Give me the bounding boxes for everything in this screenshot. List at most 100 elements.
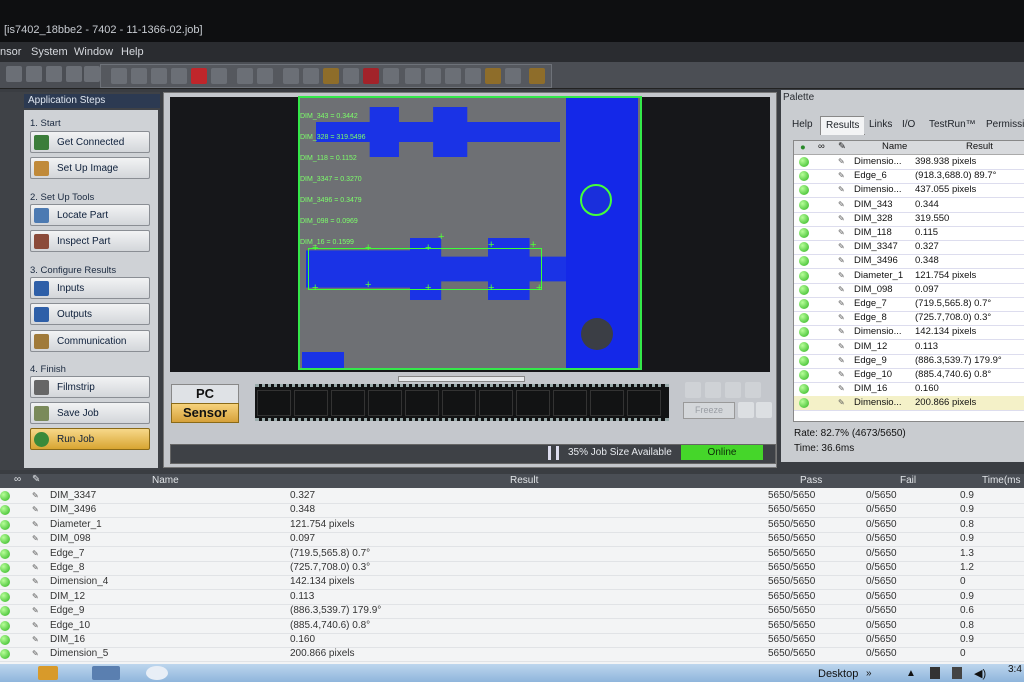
name-column-header[interactable]: Name (152, 475, 179, 486)
results-row[interactable]: ✎ DIM_16 0.160 (794, 382, 1024, 398)
results-row[interactable]: ✎ Edge_6 (918.3,688.0) 89.7° (794, 169, 1024, 185)
results-row[interactable]: ✎ DIM_098 0.097 (794, 283, 1024, 298)
run-job-button[interactable]: Run Job (30, 428, 150, 450)
tray-icon[interactable]: ▲ (906, 668, 916, 679)
tool-icon[interactable] (465, 68, 481, 84)
clock[interactable]: 3:4 (1008, 664, 1022, 675)
tools-icon[interactable] (756, 402, 772, 418)
results-row[interactable]: ✎ DIM_343 0.344 (794, 198, 1024, 213)
undo-icon[interactable] (66, 66, 82, 82)
taskbar-app-icon[interactable] (92, 666, 120, 680)
table-row[interactable]: ✎ Diameter_1 121.754 pixels 5650/5650 0/5650… (0, 518, 1024, 533)
menu-window[interactable]: Window (74, 46, 113, 58)
trigger-icon[interactable] (257, 68, 273, 84)
results-row[interactable]: ✎ Edge_10 (885.4,740.6) 0.8° (794, 368, 1024, 383)
inspect-part-button[interactable]: Inspect Part (30, 230, 150, 252)
overlay-icon[interactable] (363, 68, 379, 84)
filmstrip-frame[interactable] (590, 390, 624, 416)
results-row[interactable]: ✎ DIM_328 319.550 (794, 212, 1024, 227)
prev-icon[interactable] (705, 382, 721, 398)
filmstrip-frame[interactable] (405, 390, 439, 416)
result-column-header[interactable]: Result (966, 141, 993, 152)
record-icon[interactable] (191, 68, 207, 84)
image-scrollbar[interactable] (398, 376, 525, 382)
inputs-button[interactable]: Inputs (30, 277, 150, 299)
file-explorer-icon[interactable] (38, 666, 58, 680)
fail-column-header[interactable]: Fail (900, 475, 916, 486)
locate-part-button[interactable]: Locate Part (30, 204, 150, 226)
tool-icon[interactable] (425, 68, 441, 84)
volume-icon[interactable]: ◀) (974, 667, 986, 680)
results-row[interactable]: ✎ Diameter_1 121.754 pixels (794, 269, 1024, 284)
set-up-image-button[interactable]: Set Up Image (30, 157, 150, 179)
table-row[interactable]: ✎ Edge_9 (886.3,539.7) 179.9° 5650/5650 0/56… (0, 604, 1024, 620)
new-icon[interactable] (6, 66, 22, 82)
desktop-toolbar[interactable]: Desktop (818, 668, 858, 680)
first-frame-icon[interactable] (111, 68, 127, 84)
play-icon[interactable] (151, 68, 167, 84)
menu-sensor[interactable]: nsor (0, 46, 21, 58)
filmstrip-frame[interactable] (294, 390, 328, 416)
menu-system[interactable]: System (31, 46, 68, 58)
pass-column-header[interactable]: Pass (800, 475, 822, 486)
next-icon[interactable] (725, 382, 741, 398)
table-row[interactable]: ✎ DIM_12 0.113 5650/5650 0/5650 0.9 (0, 590, 1024, 605)
filmstrip-frame[interactable] (331, 390, 365, 416)
results-row[interactable]: ✎ DIM_118 0.115 (794, 226, 1024, 241)
table-row[interactable]: ✎ DIM_16 0.160 5650/5650 0/5650 0.9 (0, 633, 1024, 648)
image-icon[interactable] (343, 68, 359, 84)
results-row[interactable]: ✎ DIM_3496 0.348 (794, 254, 1024, 270)
window-icon[interactable] (383, 68, 399, 84)
results-row[interactable]: ✎ Edge_8 (725.7,708.0) 0.3° (794, 311, 1024, 327)
capture-icon[interactable] (211, 68, 227, 84)
redo-icon[interactable] (84, 66, 100, 82)
power-icon[interactable] (529, 68, 545, 84)
table-row[interactable]: ✎ Edge_7 (719.5,565.8) 0.7° 5650/5650 0/5650… (0, 547, 1024, 562)
results-row[interactable]: ✎ Dimensio... 398.938 pixels (794, 155, 1024, 170)
save-frame-icon[interactable] (738, 402, 754, 418)
menu-help[interactable]: Help (121, 46, 144, 58)
result-column-header[interactable]: Result (510, 475, 538, 486)
tool-icon[interactable] (405, 68, 421, 84)
filmstrip-frame[interactable] (553, 390, 587, 416)
next-frame-icon[interactable] (171, 68, 187, 84)
chevron-icon[interactable]: » (866, 668, 872, 679)
save-job-button[interactable]: Save Job (30, 402, 150, 424)
results-row[interactable]: ✎ Dimensio... 437.055 pixels (794, 183, 1024, 199)
tab-permissions[interactable]: Permissi (981, 116, 1024, 134)
sensor-mode-button[interactable]: Sensor (171, 403, 239, 423)
results-row[interactable]: ✎ DIM_12 0.113 (794, 340, 1024, 355)
pc-mode-button[interactable]: PC (171, 384, 239, 404)
tab-help[interactable]: Help (787, 116, 818, 134)
last-icon[interactable] (745, 382, 761, 398)
filmstrip-frame[interactable] (257, 390, 291, 416)
filmstrip-frame[interactable] (516, 390, 550, 416)
taskbar-app-icon[interactable] (146, 666, 168, 680)
results-row[interactable]: ✎ Edge_9 (886.3,539.7) 179.9° (794, 354, 1024, 369)
tab-results[interactable]: Results (820, 116, 866, 135)
table-row[interactable]: ✎ Edge_8 (725.7,708.0) 0.3° 5650/5650 0/5650… (0, 561, 1024, 576)
tool-icon[interactable] (445, 68, 461, 84)
filmstrip-frame[interactable] (442, 390, 476, 416)
zoom-in-icon[interactable] (283, 68, 299, 84)
freeze-button[interactable]: Freeze (683, 402, 735, 419)
results-row[interactable]: ✎ Edge_7 (719.5,565.8) 0.7° (794, 297, 1024, 312)
first-icon[interactable] (685, 382, 701, 398)
table-row[interactable]: ✎ Edge_10 (885.4,740.6) 0.8° 5650/5650 0/565… (0, 619, 1024, 634)
filmstrip-frame[interactable] (368, 390, 402, 416)
delete-icon[interactable] (46, 66, 62, 82)
results-row[interactable]: ✎ DIM_3347 0.327 (794, 240, 1024, 256)
zoom-fit-icon[interactable] (323, 68, 339, 84)
get-connected-button[interactable]: Get Connected (30, 131, 150, 153)
outputs-button[interactable]: Outputs (30, 303, 150, 325)
filmstrip-button[interactable]: Filmstrip (30, 376, 150, 398)
filmstrip-frame[interactable] (627, 390, 661, 416)
settings-icon[interactable] (505, 68, 521, 84)
table-row[interactable]: ✎ DIM_3496 0.348 5650/5650 0/5650 0.9 (0, 503, 1024, 519)
prev-frame-icon[interactable] (131, 68, 147, 84)
stop-icon[interactable] (237, 68, 253, 84)
name-column-header[interactable]: Name (882, 141, 907, 152)
chart-icon[interactable] (485, 68, 501, 84)
table-row[interactable]: ✎ DIM_3347 0.327 5650/5650 0/5650 0.9 (0, 489, 1024, 504)
copy-icon[interactable] (26, 66, 42, 82)
